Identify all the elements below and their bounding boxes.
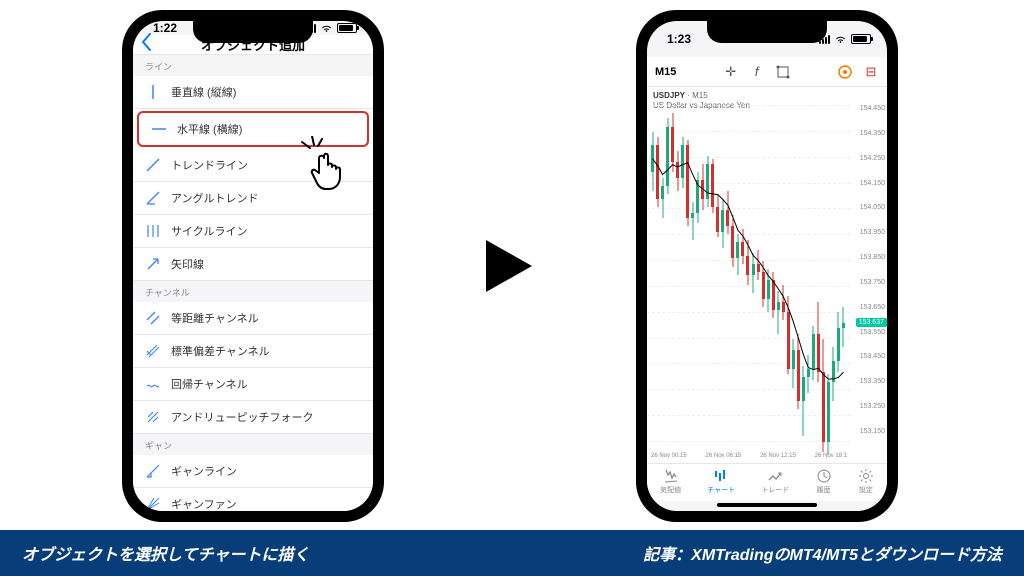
item-label: ギャンファン [171,496,237,511]
phone-left: 1:22 オブジェクト追加 ライン 垂直線 (縦線) [122,10,384,522]
current-price-tag: 153.637 [856,318,887,327]
wifi-icon [320,24,333,33]
item-label: 等距離チャンネル [171,310,259,326]
item-stddev-channel[interactable]: 標準偏差チャンネル [133,335,373,368]
item-label: 水平線 (横線) [177,121,242,137]
y-axis: 154.450154.350154.250154.150154.050153.9… [849,87,885,443]
footer-right: 記事：XMTradingのMT4/MT5とダウンロード方法 [643,541,1002,565]
item-cycle-line[interactable]: サイクルライン [133,215,373,248]
item-angle-trend[interactable]: アングルトレンド [133,182,373,215]
indicators-icon[interactable]: f [749,64,765,79]
crosshair-icon[interactable]: ✛ [723,64,739,80]
horizontal-line-icon [151,121,167,137]
item-equidistant-channel[interactable]: 等距離チャンネル [133,302,373,335]
trendline-icon [145,157,161,173]
item-label: 回帰チャンネル [171,376,248,392]
back-button[interactable] [141,33,152,56]
item-trendline[interactable]: トレンドライン [133,149,373,182]
new-order-icon[interactable] [837,65,853,79]
tab-history[interactable]: 履歴 [816,468,832,495]
objects-icon[interactable] [775,65,791,79]
notch [707,21,827,43]
item-label: アンドリューピッチフォーク [171,409,314,425]
vertical-line-icon [145,84,161,100]
x-axis: 26 Nov 00:1526 Nov 06:1526 Nov 12:1526 N… [647,453,851,459]
trade-toggle-icon[interactable]: ⊟ [863,64,879,80]
wifi-icon [834,35,847,44]
arrow-right-icon [486,240,532,292]
item-pitchfork[interactable]: アンドリューピッチフォーク [133,401,373,434]
footer-band: オブジェクトを選択してチャートに描く 記事：XMTradingのMT4/MT5と… [0,530,1024,576]
status-time: 1:23 [667,32,691,46]
bottom-nav: 気配値 チャート トレード 履歴 設定 [647,463,887,501]
item-label: 垂直線 (縦線) [171,84,236,100]
chart-area[interactable]: USDJPY · M15 US Dollar vs Japanese Yen 1… [647,87,887,463]
item-gann-line[interactable]: ギャンライン [133,455,373,488]
home-indicator [717,503,817,507]
item-horizontal-line[interactable]: 水平線 (横線) [137,111,369,147]
section-line: ライン [133,55,373,76]
item-label: 矢印線 [171,256,204,272]
footer-left: オブジェクトを選択してチャートに描く [22,541,309,565]
regression-icon [145,376,161,392]
tab-quotes[interactable]: 気配値 [660,468,681,495]
item-label: サイクルライン [171,223,247,239]
item-label: ギャンライン [171,463,237,479]
angle-trend-icon [145,190,161,206]
stddev-icon [145,343,161,359]
timeframe-button[interactable]: M15 [655,66,676,78]
item-regression-channel[interactable]: 回帰チャンネル [133,368,373,401]
battery-icon [337,23,357,33]
notch [193,21,313,43]
battery-icon [851,34,871,44]
equidistant-icon [145,310,161,326]
status-time: 1:22 [153,21,177,35]
section-gann: ギャン [133,434,373,455]
cycle-line-icon [145,223,161,239]
phone-right: 1:23 M15 ✛ f ⊟ USDJPY · M15 [636,10,898,522]
chart-toolbar: M15 ✛ f ⊟ [647,57,887,87]
arrow-line-icon [145,256,161,272]
gann-line-icon [145,463,161,479]
item-vertical-line[interactable]: 垂直線 (縦線) [133,76,373,109]
gann-fan-icon [145,496,161,511]
tab-settings[interactable]: 設定 [858,468,874,495]
tab-trade[interactable]: トレード [761,468,789,495]
tab-chart[interactable]: チャート [707,468,735,495]
pitchfork-icon [145,409,161,425]
item-label: アングルトレンド [171,190,259,206]
item-label: 標準偏差チャンネル [171,343,270,359]
item-label: トレンドライン [171,157,248,173]
item-arrow-line[interactable]: 矢印線 [133,248,373,281]
status-icons [819,34,871,44]
section-channel: チャンネル [133,281,373,302]
item-gann-fan[interactable]: ギャンファン [133,488,373,511]
